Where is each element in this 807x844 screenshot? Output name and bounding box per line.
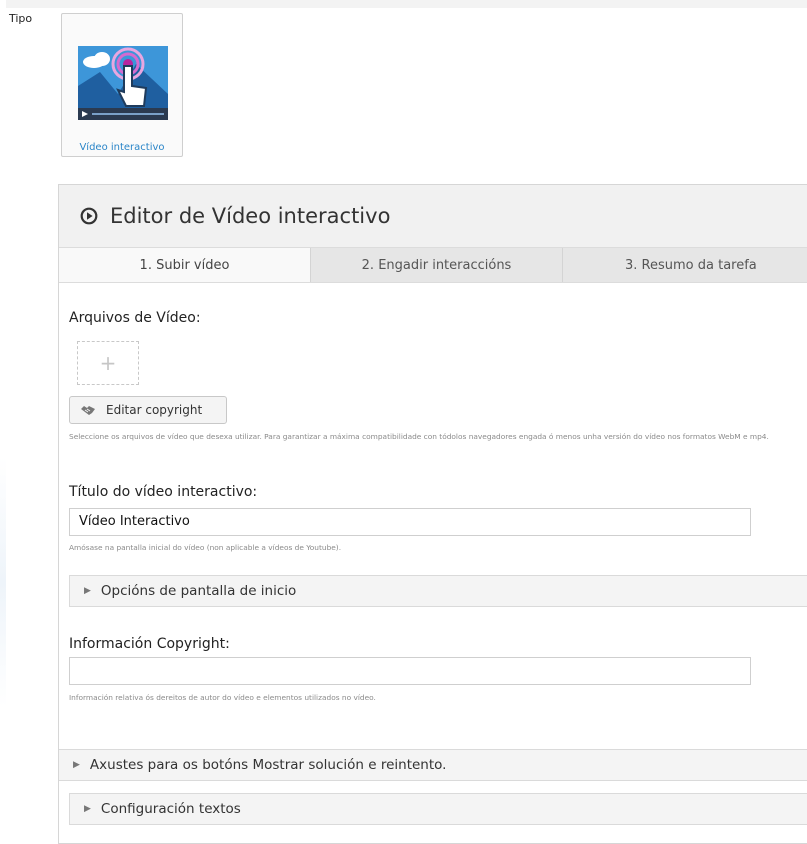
start-screen-options-toggle[interactable]: ▶ Opcións de pantalla de inicio [69, 575, 807, 607]
edit-copyright-button[interactable]: Editar copyright [69, 396, 227, 424]
texts-config-label: Configuración textos [100, 801, 241, 817]
video-title-input[interactable]: Vídeo Interactivo [69, 508, 751, 536]
video-files-label: Arquivos de Vídeo: [69, 310, 201, 326]
plus-icon: + [99, 351, 117, 375]
add-video-file-button[interactable]: + [77, 341, 139, 385]
video-files-help: Seleccione os arquivos de vídeo que dese… [69, 432, 769, 441]
solution-retry-settings-label: Axustes para os botóns Mostrar solución … [89, 757, 447, 773]
video-title-label: Título do vídeo interactivo: [69, 484, 258, 500]
texts-config-toggle[interactable]: ▶ Configuración textos [69, 793, 807, 825]
interactive-video-icon [78, 46, 168, 120]
video-editor-panel: Editor de Vídeo interactivo 1. Subir víd… [58, 184, 807, 844]
left-band [0, 0, 6, 832]
type-label: Tipo [9, 12, 33, 25]
tab-upload-video[interactable]: 1. Subir vídeo [59, 248, 311, 282]
tab-task-summary[interactable]: 3. Resumo da tarefa [563, 248, 807, 282]
copyright-info-label: Información Copyright: [69, 636, 230, 652]
tab-add-interactions[interactable]: 2. Engadir interaccións [311, 248, 563, 282]
video-title-help: Amósase na pantalla inicial do vídeo (no… [69, 543, 342, 552]
caret-right-icon: ▶ [84, 804, 91, 814]
start-screen-options-label: Opcións de pantalla de inicio [100, 583, 297, 599]
solution-retry-settings-toggle[interactable]: ▶ Axustes para os botóns Mostrar solució… [59, 749, 807, 781]
copyright-info-input[interactable] [69, 657, 751, 685]
editor-title: Editor de Vídeo interactivo [110, 204, 391, 228]
handshake-icon [81, 406, 95, 415]
caret-right-icon: ▶ [84, 586, 91, 596]
caret-right-icon: ▶ [73, 760, 80, 770]
play-circle-icon [80, 207, 98, 225]
content-type-label: Vídeo interactivo [79, 142, 165, 153]
edit-copyright-label: Editar copyright [106, 403, 203, 417]
editor-tabs: 1. Subir vídeo 2. Engadir interaccións 3… [59, 248, 807, 283]
top-band [0, 0, 807, 8]
editor-header: Editor de Vídeo interactivo [59, 185, 807, 248]
copyright-info-help: Información relativa ós dereitos de auto… [69, 693, 376, 702]
content-type-card[interactable]: Vídeo interactivo [61, 13, 183, 157]
